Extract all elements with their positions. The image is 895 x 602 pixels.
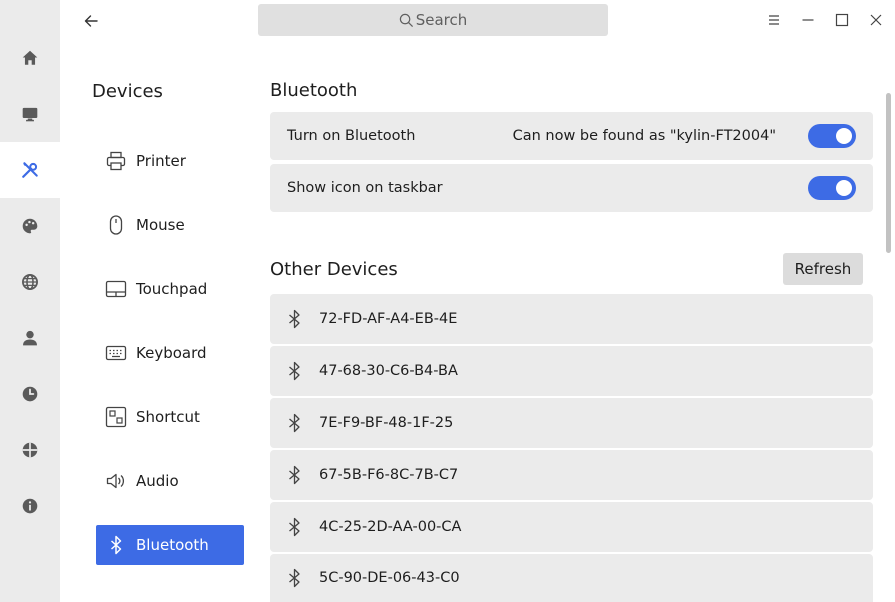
- close-button[interactable]: [865, 8, 887, 32]
- nav-item-keyboard[interactable]: Keyboard: [96, 333, 244, 373]
- printer-icon: [96, 150, 136, 172]
- nav-item-mouse[interactable]: Mouse: [96, 205, 244, 245]
- turn-on-bluetooth-label: Turn on Bluetooth: [287, 128, 416, 144]
- maximize-icon: [835, 13, 849, 27]
- rail-item-datetime[interactable]: [0, 366, 60, 422]
- show-icon-row: Show icon on taskbar: [270, 164, 873, 212]
- palette-icon: [22, 218, 38, 234]
- nav-label-mouse: Mouse: [136, 216, 185, 234]
- mouse-icon: [96, 214, 136, 236]
- scrollbar-thumb[interactable]: [886, 93, 891, 253]
- nav-label-audio: Audio: [136, 472, 179, 490]
- nav-item-shortcut[interactable]: Shortcut: [96, 397, 244, 437]
- monitor-icon: [22, 107, 38, 122]
- device-row[interactable]: 7E-F9-BF-48-1F-25: [270, 398, 873, 448]
- device-name: 67-5B-F6-8C-7B-C7: [319, 467, 459, 483]
- back-button[interactable]: [78, 8, 104, 34]
- device-row[interactable]: 67-5B-F6-8C-7B-C7: [270, 450, 873, 500]
- shortcut-icon: [96, 406, 136, 428]
- info-icon: [22, 498, 38, 514]
- device-name: 47-68-30-C6-B4-BA: [319, 363, 458, 379]
- nav-item-audio[interactable]: Audio: [96, 461, 244, 501]
- bluetooth-toggle[interactable]: [808, 124, 856, 148]
- show-icon-label: Show icon on taskbar: [287, 180, 443, 196]
- close-icon: [870, 14, 882, 26]
- bluetooth-section-title: Bluetooth: [270, 80, 358, 101]
- globe-icon: [22, 274, 38, 290]
- tools-icon: [22, 162, 38, 178]
- nav-label-touchpad: Touchpad: [136, 280, 208, 298]
- category-rail: [0, 0, 60, 602]
- menu-button[interactable]: [763, 8, 785, 32]
- refresh-button[interactable]: Refresh: [783, 253, 863, 285]
- device-name: 5C-90-DE-06-43-C0: [319, 570, 460, 586]
- rail-item-account[interactable]: [0, 310, 60, 366]
- nav-title: Devices: [92, 81, 163, 102]
- nav-label-shortcut: Shortcut: [136, 408, 200, 426]
- bluetooth-icon: [270, 464, 319, 486]
- search-input[interactable]: Search: [258, 4, 608, 36]
- bluetooth-icon: [270, 412, 319, 434]
- other-devices-title: Other Devices: [270, 259, 398, 280]
- rail-item-devices[interactable]: [0, 142, 60, 198]
- bluetooth-icon: [270, 308, 319, 330]
- minimize-icon: [802, 19, 814, 21]
- nav-label-printer: Printer: [136, 152, 186, 170]
- clock-icon: [22, 386, 38, 402]
- bluetooth-icon: [270, 567, 319, 589]
- nav-label-keyboard: Keyboard: [136, 344, 207, 362]
- nav-item-printer[interactable]: Printer: [96, 141, 244, 181]
- rail-item-network[interactable]: [0, 254, 60, 310]
- device-name: 4C-25-2D-AA-00-CA: [319, 519, 462, 535]
- bluetooth-icon: [270, 516, 319, 538]
- taskbar-icon-toggle[interactable]: [808, 176, 856, 200]
- arrow-left-icon: [84, 15, 98, 27]
- minimize-button[interactable]: [797, 8, 819, 32]
- rail-item-about[interactable]: [0, 478, 60, 534]
- discoverable-name-text: Can now be found as "kylin-FT2004": [512, 128, 776, 144]
- nav-item-touchpad[interactable]: Touchpad: [96, 269, 244, 309]
- keyboard-icon: [96, 342, 136, 364]
- nav-item-bluetooth[interactable]: Bluetooth: [96, 525, 244, 565]
- rail-item-display[interactable]: [0, 86, 60, 142]
- nav-label-bluetooth: Bluetooth: [136, 536, 209, 554]
- user-icon: [23, 330, 37, 346]
- search-placeholder: Search: [415, 11, 468, 29]
- hamburger-menu-icon: [769, 15, 779, 25]
- rail-item-update[interactable]: [0, 422, 60, 478]
- rail-item-personalize[interactable]: [0, 198, 60, 254]
- device-row[interactable]: 5C-90-DE-06-43-C0: [270, 554, 873, 602]
- bluetooth-icon: [270, 360, 319, 382]
- security-icon: [22, 442, 38, 458]
- bluetooth-icon: [96, 534, 136, 556]
- audio-icon: [96, 470, 136, 492]
- device-row[interactable]: 47-68-30-C6-B4-BA: [270, 346, 873, 396]
- maximize-button[interactable]: [831, 8, 853, 32]
- home-icon: [22, 50, 38, 65]
- device-row[interactable]: 4C-25-2D-AA-00-CA: [270, 502, 873, 552]
- device-name: 7E-F9-BF-48-1F-25: [319, 415, 454, 431]
- rail-item-home[interactable]: [0, 30, 60, 86]
- device-name: 72-FD-AF-A4-EB-4E: [319, 311, 458, 327]
- turn-on-bluetooth-row: Turn on Bluetooth Can now be found as "k…: [270, 112, 873, 160]
- search-icon: [399, 13, 413, 27]
- touchpad-icon: [96, 278, 136, 300]
- device-row[interactable]: 72-FD-AF-A4-EB-4E: [270, 294, 873, 344]
